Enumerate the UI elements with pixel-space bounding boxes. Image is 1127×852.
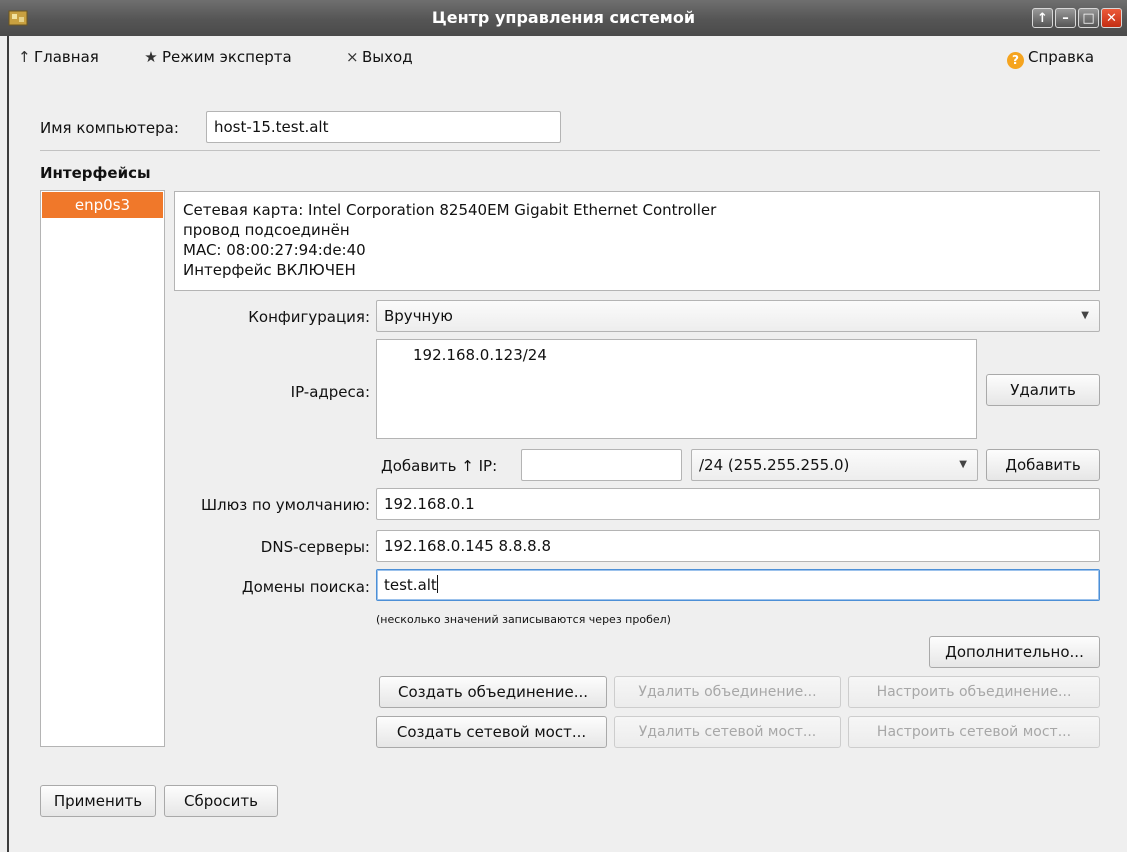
- netmask-select[interactable]: /24 (255.255.255.0) ▼: [691, 449, 978, 481]
- interfaces-list[interactable]: enp0s3: [40, 190, 165, 747]
- help-icon: ?: [1007, 52, 1024, 69]
- toolbar-help-label: Справка: [1028, 48, 1095, 66]
- remove-ip-button[interactable]: Удалить: [986, 374, 1100, 406]
- toolbar-exit[interactable]: × Выход: [346, 47, 413, 67]
- window-close-button[interactable]: ✕: [1101, 8, 1122, 28]
- hint-text: (несколько значений записываются через п…: [376, 613, 671, 626]
- configure-bridge-button[interactable]: Настроить сетевой мост...: [848, 716, 1100, 748]
- apply-button[interactable]: Применить: [40, 785, 156, 817]
- interfaces-heading: Интерфейсы: [40, 164, 151, 182]
- search-domains-value: test.alt: [384, 576, 437, 594]
- advanced-button[interactable]: Дополнительно...: [929, 636, 1100, 668]
- interface-info-box: Сетевая карта: Intel Corporation 82540EM…: [174, 191, 1100, 291]
- info-line: Сетевая карта: Intel Corporation 82540EM…: [183, 201, 717, 219]
- configure-bond-button[interactable]: Настроить объединение...: [848, 676, 1100, 708]
- config-value: Вручную: [384, 307, 453, 325]
- toolbar-expert-label: Режим эксперта: [162, 48, 292, 66]
- info-line: провод подсоединён: [183, 221, 350, 239]
- window-title: Центр управления системой: [431, 8, 696, 27]
- add-ip-input[interactable]: [521, 449, 682, 481]
- reset-button[interactable]: Сбросить: [164, 785, 278, 817]
- add-ip-button[interactable]: Добавить: [986, 449, 1100, 481]
- info-line: MAC: 08:00:27:94:de:40: [183, 241, 366, 259]
- add-ip-label: Добавить ↑ IP:: [381, 457, 498, 475]
- netmask-value: /24 (255.255.255.0): [699, 456, 850, 474]
- hostname-label: Имя компьютера:: [40, 119, 179, 137]
- toolbar-exit-label: Выход: [362, 48, 413, 66]
- delete-bond-button[interactable]: Удалить объединение...: [614, 676, 841, 708]
- create-bond-button[interactable]: Создать объединение...: [379, 676, 607, 708]
- window-minimize-button[interactable]: –: [1055, 8, 1076, 28]
- text-cursor: [436, 575, 438, 593]
- gateway-input[interactable]: 192.168.0.1: [376, 488, 1100, 520]
- toolbar-home-label: Главная: [34, 48, 99, 66]
- info-line: Интерфейс ВКЛЮЧЕН: [183, 261, 356, 279]
- config-label: Конфигурация:: [248, 308, 370, 326]
- dns-label: DNS-серверы:: [260, 538, 370, 556]
- toolbar-help[interactable]: ? Справка: [1007, 47, 1094, 69]
- window-raise-button[interactable]: ↑: [1032, 8, 1053, 28]
- close-x-icon: ×: [346, 48, 359, 66]
- create-bridge-button[interactable]: Создать сетевой мост...: [376, 716, 607, 748]
- separator: [40, 150, 1100, 151]
- dns-input[interactable]: 192.168.0.145 8.8.8.8: [376, 530, 1100, 562]
- toolbar-home[interactable]: ↑ Главная: [18, 47, 99, 67]
- interface-item-enp0s3[interactable]: enp0s3: [42, 192, 163, 218]
- search-domains-label: Домены поиска:: [241, 578, 370, 596]
- ip-address-list[interactable]: 192.168.0.123/24: [376, 339, 977, 439]
- star-icon: ★: [144, 48, 158, 66]
- window-maximize-button[interactable]: □: [1078, 8, 1099, 28]
- delete-bridge-button[interactable]: Удалить сетевой мост...: [614, 716, 841, 748]
- chevron-down-icon: ▼: [959, 459, 967, 470]
- gateway-label: Шлюз по умолчанию:: [201, 496, 370, 514]
- search-domains-input[interactable]: test.alt: [376, 569, 1100, 601]
- ip-label: IP-адреса:: [290, 383, 370, 401]
- toolbar-expert-mode[interactable]: ★ Режим эксперта: [144, 47, 292, 67]
- hostname-input[interactable]: host-15.test.alt: [206, 111, 561, 143]
- config-select[interactable]: Вручную ▼: [376, 300, 1100, 332]
- ip-address-item[interactable]: 192.168.0.123/24: [413, 344, 547, 366]
- arrow-up-icon: ↑: [18, 48, 31, 66]
- chevron-down-icon: ▼: [1081, 310, 1089, 321]
